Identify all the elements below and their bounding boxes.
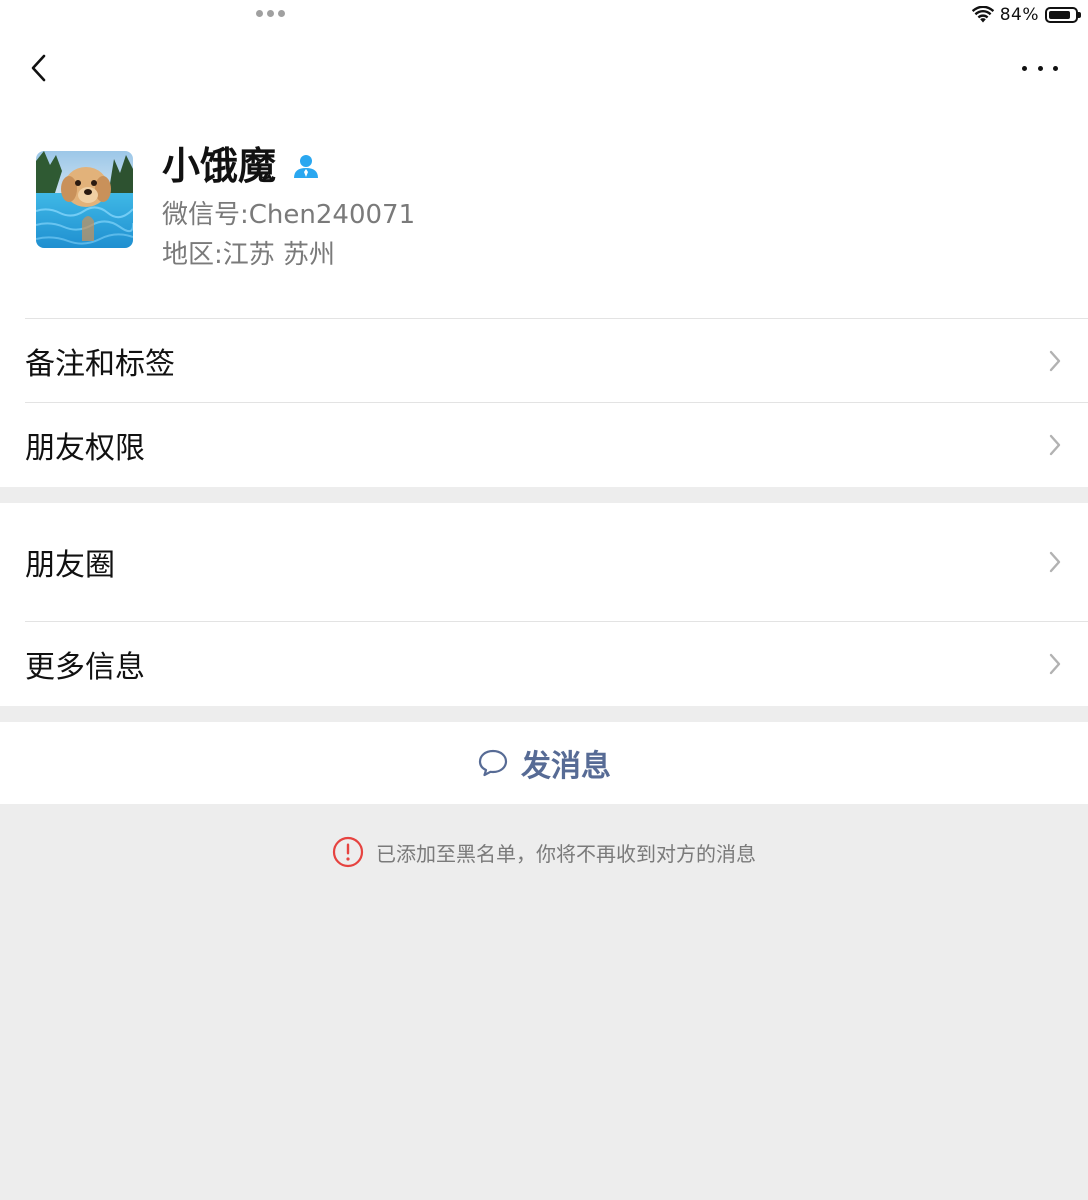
avatar[interactable] (36, 151, 133, 248)
chevron-left-icon[interactable] (26, 50, 54, 86)
ellipsis-icon[interactable] (1022, 56, 1058, 80)
nickname: 小饿魔 (162, 144, 277, 188)
status-bar: 84% (971, 4, 1081, 26)
menu-item-label: 朋友圈 (25, 548, 115, 583)
wechat-id-label: 微信号: (162, 200, 249, 230)
more-dots-icon[interactable] (256, 10, 285, 17)
menu-item-label: 备注和标签 (25, 346, 175, 382)
chevron-right-icon (1049, 434, 1061, 456)
send-message-button[interactable]: 发消息 (0, 722, 1088, 804)
menu-item-more-info[interactable]: 更多信息 (0, 622, 1088, 706)
menu-item-moments[interactable]: 朋友圈 (0, 503, 1088, 621)
blacklist-notice-text: 已添加至黑名单，你将不再收到对方的消息 (376, 841, 756, 866)
wifi-icon (971, 6, 994, 23)
chevron-right-icon (1049, 653, 1061, 675)
chevron-right-icon (1049, 350, 1061, 371)
contact-person-icon (294, 155, 318, 178)
menu-item-label: 更多信息 (25, 650, 145, 685)
menu-item-remarks-tags[interactable]: 备注和标签 (0, 319, 1088, 402)
region-label: 地区: (162, 240, 223, 270)
warning-circle-icon (332, 836, 364, 868)
chat-bubble-icon (478, 749, 508, 777)
battery-percent: 84% (999, 5, 1039, 25)
battery-icon (1045, 7, 1081, 23)
blacklist-notice: 已添加至黑名单，你将不再收到对方的消息 (0, 836, 1088, 868)
menu-item-friend-permissions[interactable]: 朋友权限 (0, 403, 1088, 487)
region: 地区:江苏 苏州 (162, 237, 335, 273)
chevron-right-icon (1049, 551, 1061, 573)
region-value: 江苏 苏州 (222, 240, 336, 270)
send-message-label: 发消息 (521, 749, 611, 784)
menu-item-label: 朋友权限 (25, 431, 145, 466)
wechat-id-value: Chen240071 (248, 200, 416, 230)
wechat-id: 微信号:Chen240071 (162, 197, 415, 233)
